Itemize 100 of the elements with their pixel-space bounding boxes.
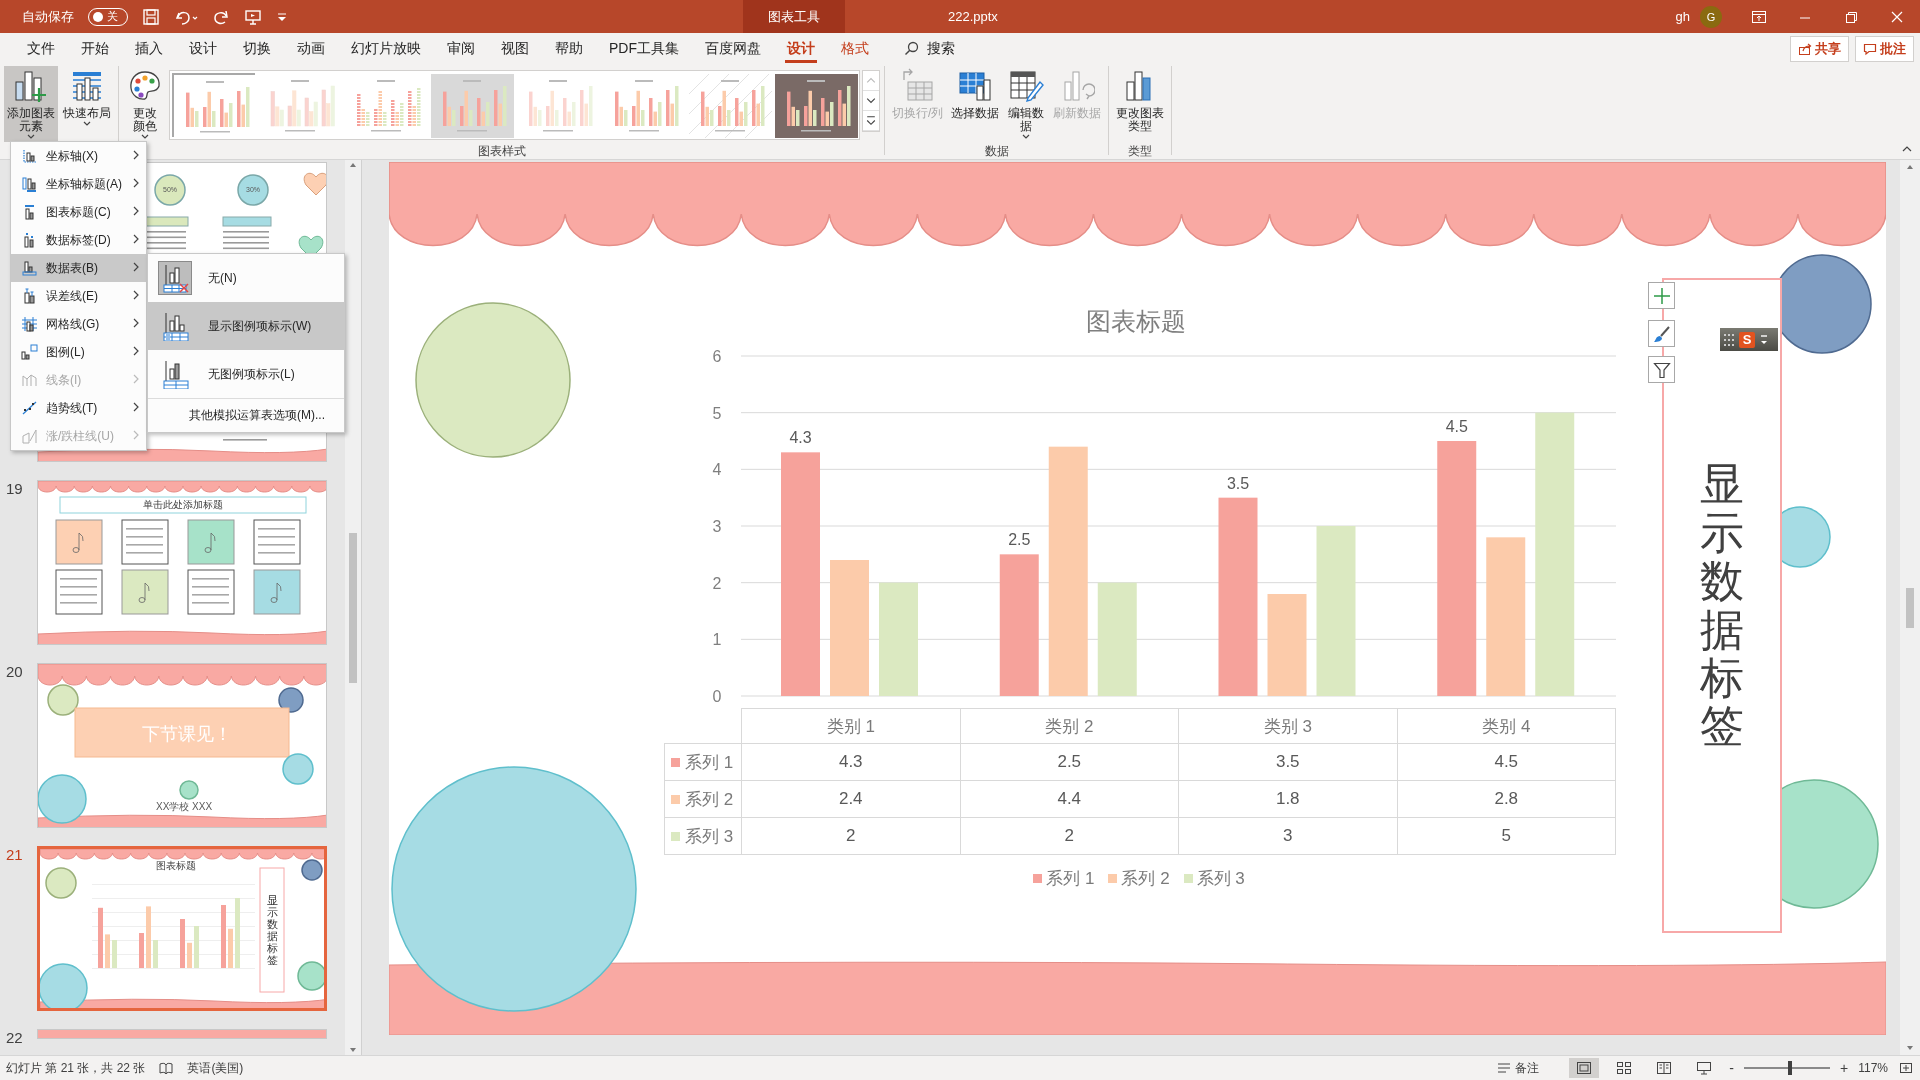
ribbon-tab[interactable]: 视图 xyxy=(488,34,542,63)
ribbon-tab[interactable]: 百度网盘 xyxy=(692,34,774,63)
category-label: 类别 1 xyxy=(741,708,960,744)
slide-counter: 幻灯片 第 21 张，共 22 张 xyxy=(6,1059,146,1077)
fit-to-window-icon[interactable] xyxy=(1898,1061,1914,1075)
menu-item[interactable]: 无图例项标示(L) xyxy=(148,350,344,398)
notes-button[interactable]: 备注 xyxy=(1497,1059,1540,1077)
ribbon-tab[interactable]: 切换 xyxy=(230,34,284,63)
search-box[interactable]: 搜索 xyxy=(898,35,961,62)
text-lines xyxy=(223,439,267,441)
chart-style-thumbnail[interactable] xyxy=(430,73,513,137)
share-button[interactable]: 共享 xyxy=(1790,35,1849,62)
menu-item[interactable]: 图例(L) xyxy=(11,338,146,366)
ribbon-button[interactable]: 更改图表类型 xyxy=(1113,66,1168,142)
scrollbar-thumb[interactable] xyxy=(1904,587,1916,628)
document-title: 222.pptx xyxy=(948,9,998,24)
music-note-tile xyxy=(55,519,103,565)
ribbon-tab[interactable]: PDF工具集 xyxy=(596,34,692,63)
menu-item[interactable]: 其他模拟运算表选项(M)... xyxy=(148,398,344,432)
category-label: 类别 4 xyxy=(1397,708,1616,744)
menu-item[interactable]: 坐标轴(X) xyxy=(11,142,146,170)
grip-icon[interactable] xyxy=(1723,332,1735,347)
slide-thumbnail[interactable] xyxy=(37,1029,327,1039)
ribbon-tab[interactable]: 审阅 xyxy=(434,34,488,63)
legend-key xyxy=(671,831,680,841)
language-label: 英语(美国) xyxy=(187,1059,244,1077)
present-icon[interactable] xyxy=(244,7,262,26)
chart-style-thumbnail[interactable] xyxy=(774,73,857,137)
ribbon-button[interactable]: 选择数据 xyxy=(948,66,1003,142)
view-button[interactable] xyxy=(1569,1058,1600,1078)
menu-item[interactable]: 趋势线(T) xyxy=(11,394,146,422)
bar xyxy=(153,940,158,968)
ime-toolbar[interactable]: S xyxy=(1720,328,1778,351)
music-note-tile xyxy=(121,569,169,615)
zoom-out-button[interactable]: - xyxy=(1729,1060,1734,1076)
restore-icon[interactable] xyxy=(1844,9,1858,24)
ribbon-tab[interactable]: 插入 xyxy=(122,34,176,63)
legend-label: 系列 1 xyxy=(1046,868,1095,890)
ribbon-tab[interactable]: 开始 xyxy=(68,34,122,63)
circle-shape xyxy=(45,867,77,899)
book-icon[interactable] xyxy=(159,1061,174,1075)
category-label: 类别 2 xyxy=(960,708,1179,744)
ribbon-button[interactable]: 添加图表元素 xyxy=(4,66,58,142)
bar xyxy=(221,905,226,968)
zoom-slider-thumb[interactable] xyxy=(1787,1061,1792,1075)
slide-thumbnail[interactable]: 单击此处添加标题 xyxy=(37,480,327,645)
menu-item[interactable]: 显示图例项标示(W) xyxy=(148,302,344,350)
avatar[interactable]: G xyxy=(1700,5,1722,28)
ribbon-tab[interactable]: 格式 xyxy=(828,34,882,63)
comment-button[interactable]: 批注 xyxy=(1855,35,1914,62)
bar xyxy=(194,926,199,968)
ribbon-tab[interactable]: 动画 xyxy=(284,34,338,63)
scrollbar-thumb[interactable] xyxy=(347,532,359,683)
axis-tick-label: 3 xyxy=(712,518,722,535)
ribbon-button[interactable]: 更改颜色 xyxy=(123,66,167,142)
ribbon-tab[interactable]: 幻灯片放映 xyxy=(338,34,434,63)
ribbon-tab[interactable]: 文件 xyxy=(14,34,68,63)
save-icon[interactable] xyxy=(142,7,160,26)
data-table-chart-icon xyxy=(160,311,190,341)
close-icon[interactable] xyxy=(1890,9,1904,24)
menu-item[interactable]: 数据表(B) xyxy=(11,254,146,282)
ribbon-tab[interactable]: 设计 xyxy=(176,34,230,63)
menu-item[interactable]: 坐标轴标题(A) xyxy=(11,170,146,198)
slide-thumbnail[interactable]: 图表标题 显示数据标签 xyxy=(37,846,327,1011)
menu-caret-icon[interactable] xyxy=(1759,332,1769,347)
normal-view-icon xyxy=(1576,1061,1593,1075)
ribbon-button[interactable]: 编辑数据 xyxy=(1004,66,1049,142)
menu-item[interactable]: 网格线(G) xyxy=(11,310,146,338)
chart-filters-button[interactable] xyxy=(1648,356,1675,383)
series-label: 系列 1 xyxy=(685,751,734,774)
legend-label: 系列 2 xyxy=(1121,868,1170,890)
slide-thumbnail[interactable]: 下节课见！ XX学校 XXX xyxy=(37,663,327,828)
chart-title: 图表标题 xyxy=(1086,307,1186,335)
ribbon-tab[interactable]: 设计 xyxy=(774,34,828,63)
ime-logo[interactable]: S xyxy=(1739,331,1755,348)
customize-caret-icon[interactable] xyxy=(276,10,288,23)
ribbon-button[interactable]: 快速布局 xyxy=(60,66,114,142)
slide-number: 19 xyxy=(5,480,24,499)
ribbon-tab[interactable]: 帮助 xyxy=(542,34,596,63)
ribbon-display-icon[interactable] xyxy=(1751,8,1767,25)
vertical-text: 显示数据标签 xyxy=(1700,460,1744,751)
menu-item[interactable]: 误差线(E) xyxy=(11,282,146,310)
search-icon xyxy=(904,41,919,56)
chart-style-thumbnail[interactable] xyxy=(172,73,255,137)
slide-subtitle: XX学校 XXX xyxy=(156,800,213,814)
collapse-ribbon-icon[interactable] xyxy=(1902,145,1912,153)
menu-item[interactable]: 无(N) xyxy=(148,254,344,302)
menu-item[interactable]: 数据标签(D) xyxy=(11,226,146,254)
bar xyxy=(112,940,117,968)
bar xyxy=(180,919,185,968)
category-label: 类别 3 xyxy=(1178,708,1397,744)
plus-icon xyxy=(1652,286,1671,305)
zoom-in-button[interactable]: + xyxy=(1840,1060,1849,1076)
slide-number: 20 xyxy=(5,663,24,682)
bar xyxy=(146,906,151,968)
table-cell: 2 xyxy=(960,817,1179,855)
vertical-text: 显示数据标签 xyxy=(267,894,278,967)
chart-styles-button[interactable] xyxy=(1648,320,1675,347)
menu-item[interactable]: 图表标题(C) xyxy=(11,198,146,226)
chart-elements-button[interactable] xyxy=(1648,282,1675,309)
